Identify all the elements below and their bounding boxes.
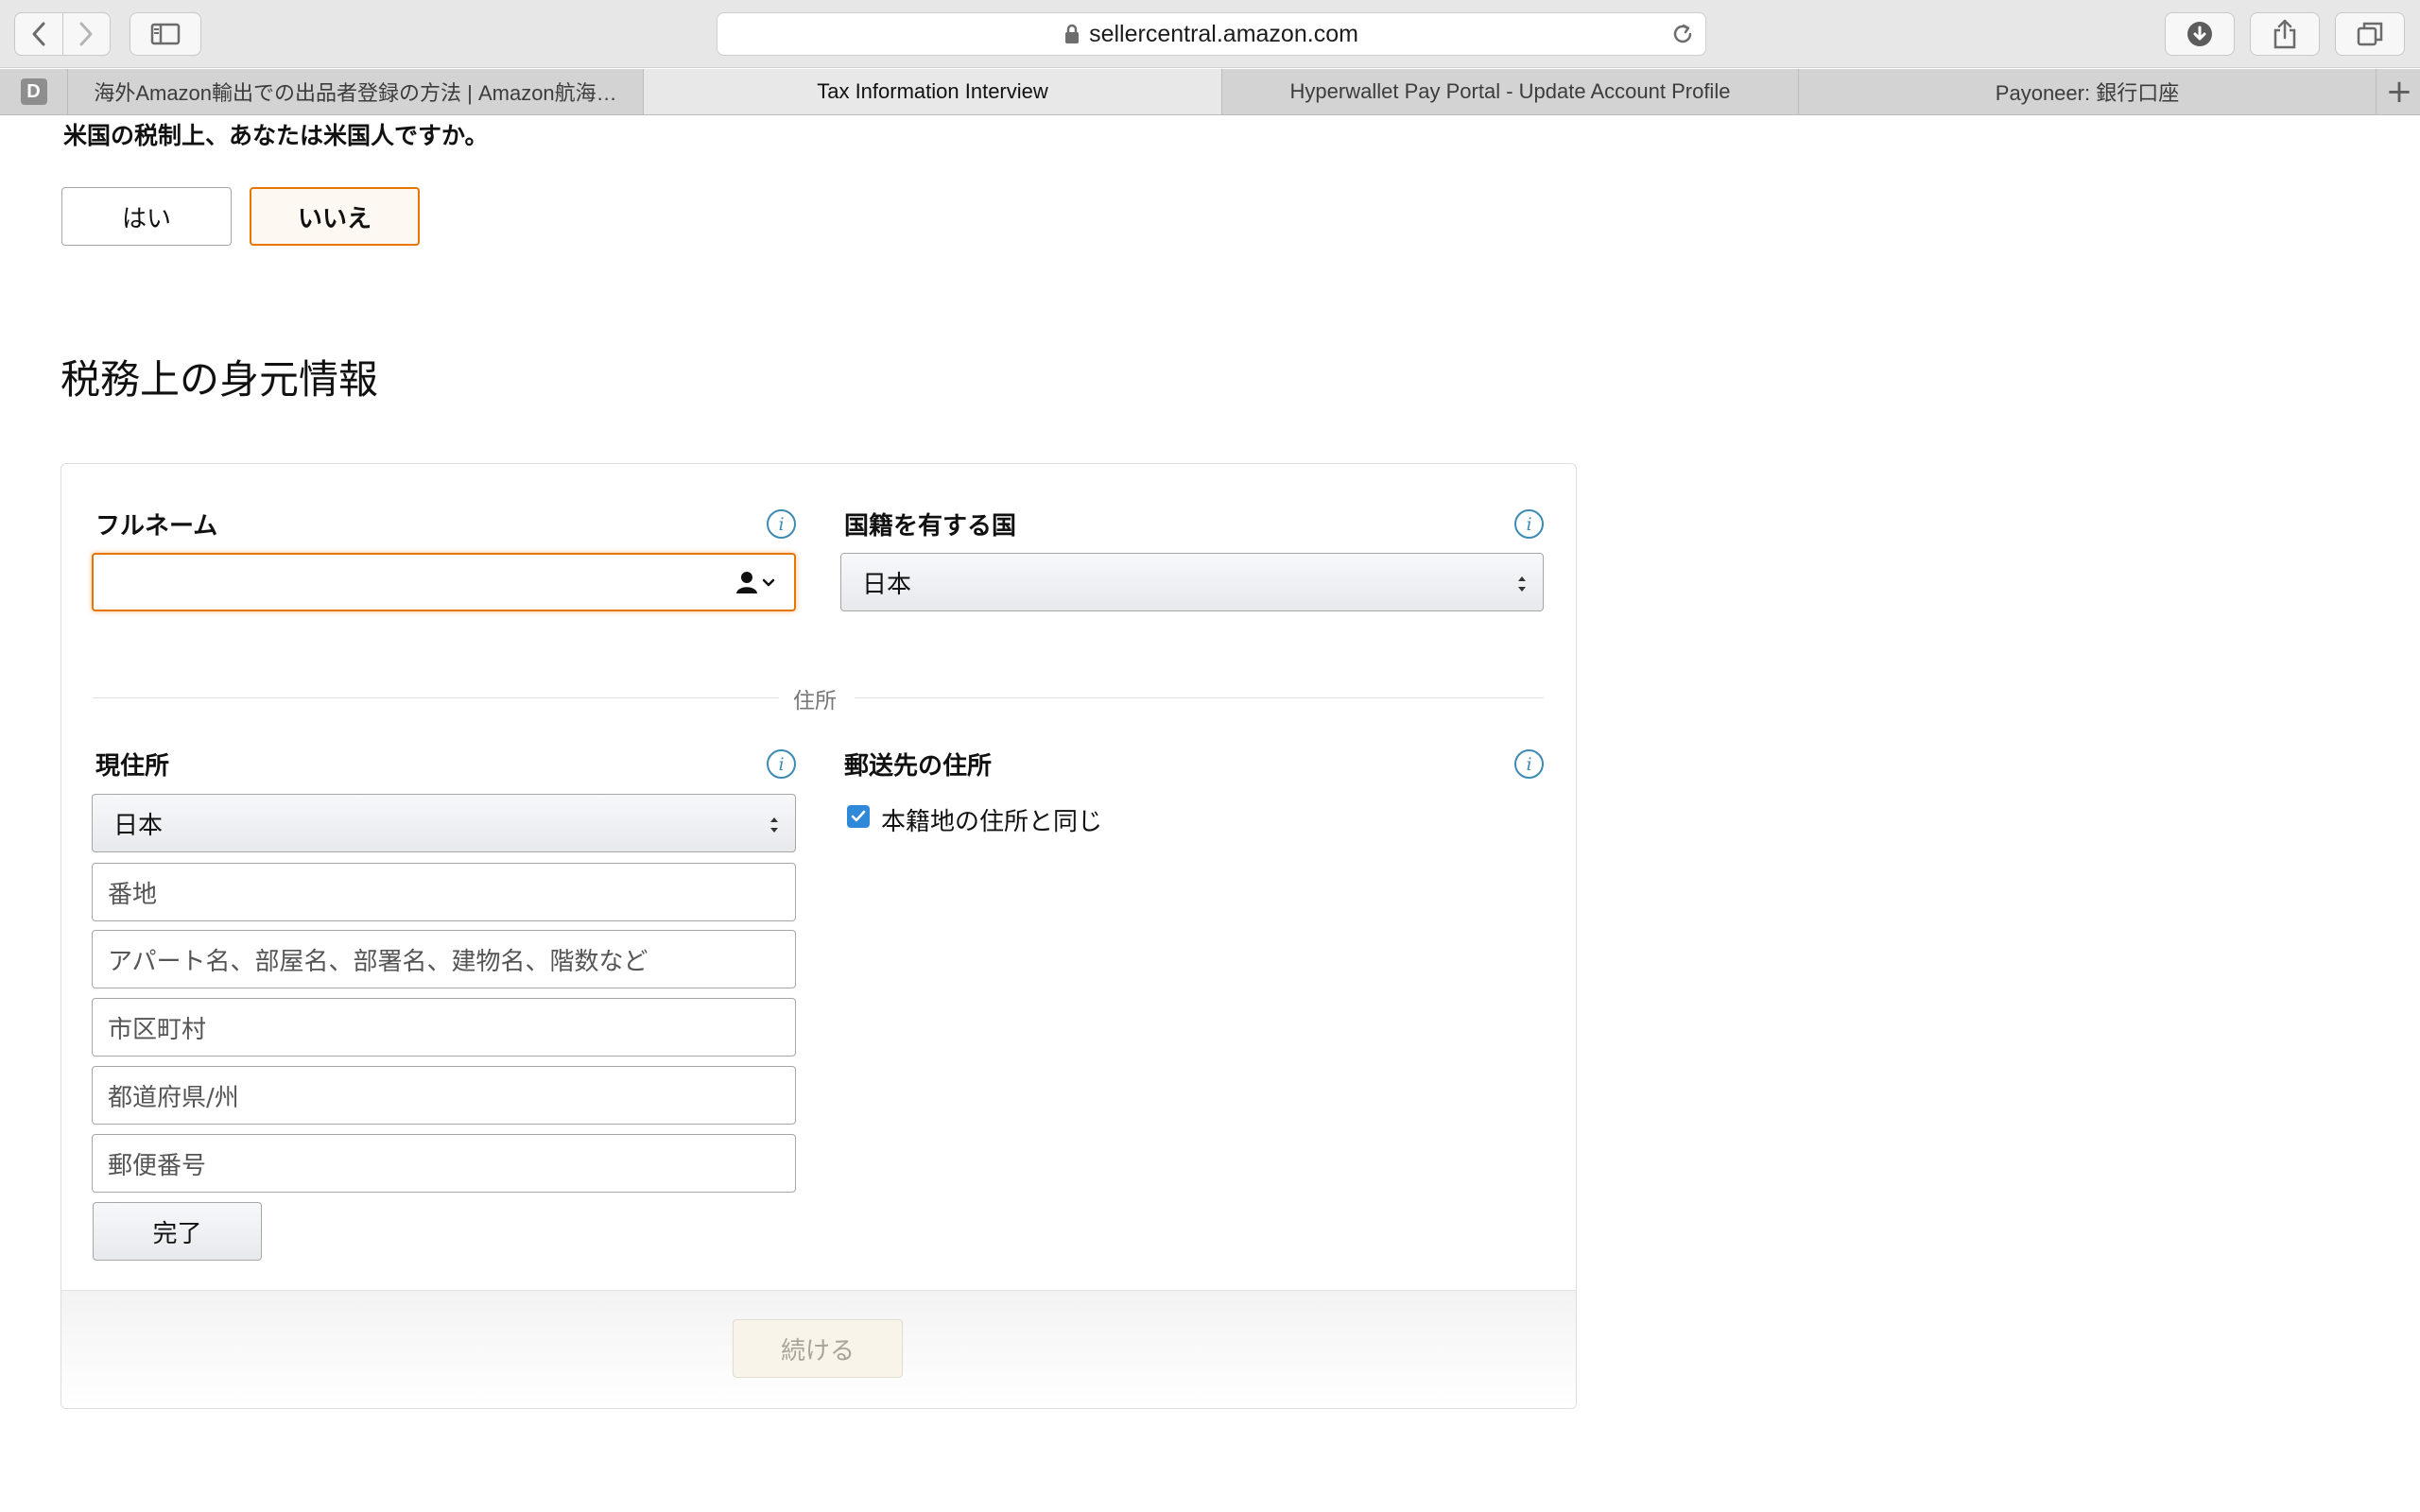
tab-title: Hyperwallet Pay Portal - Update Account … [1289,79,1731,103]
tab-title: 海外Amazon輸出での出品者登録の方法 | Amazon航海… [94,81,617,105]
same-address-checkbox[interactable] [847,805,870,828]
same-address-label[interactable]: 本籍地の住所と同じ [881,802,1102,837]
checkmark-icon [851,810,866,822]
address-country-select[interactable]: 日本 [92,794,796,852]
select-arrows-icon [1516,573,1528,601]
tab-hyperwallet[interactable]: Hyperwallet Pay Portal - Update Account … [1222,69,1799,114]
url-text: sellercentral.amazon.com [1089,20,1358,47]
address-divider-left [93,697,779,698]
pinned-tab-badge: D [20,78,47,105]
apartment-input[interactable]: アパート名、部屋名、部署名、建物名、階数など [92,930,796,988]
nav-buttons [14,12,111,56]
full-name-input[interactable] [92,553,796,611]
address-divider-right [855,697,1544,698]
contact-autofill-icon[interactable] [735,570,777,594]
select-arrows-icon [769,814,780,842]
tab-payoneer[interactable]: Payoneer: 銀行口座 [1799,69,2377,114]
apartment-placeholder: アパート名、部屋名、部署名、建物名、階数など [108,947,648,976]
reload-icon[interactable] [1669,21,1696,54]
current-address-info-icon[interactable]: i [767,749,796,779]
current-address-label: 現住所 [95,752,170,781]
tab-amazon-guide[interactable]: 海外Amazon輸出での出品者登録の方法 | Amazon航海… [68,69,644,114]
citizenship-info-icon[interactable]: i [1514,509,1544,539]
citizenship-select[interactable]: 日本 [840,553,1544,611]
postal-code-placeholder: 郵便番号 [108,1151,207,1180]
download-icon [2187,22,2212,46]
tabs-overview-icon [2357,22,2383,46]
chevron-left-icon [32,22,45,46]
sidebar-button[interactable] [130,12,201,56]
us-person-question: 米国の税制上、あなたは米国人ですか。 [63,122,489,149]
continue-button[interactable]: 続ける [733,1319,903,1378]
forward-button[interactable] [61,13,110,55]
pinned-tab[interactable]: D [0,69,68,114]
tab-tax-interview[interactable]: Tax Information Interview [644,69,1222,114]
full-name-label: フルネーム [95,512,218,541]
sidebar-icon [150,23,181,45]
page-title: 税務上の身元情報 [60,356,379,403]
city-placeholder: 市区町村 [108,1015,207,1044]
street-placeholder: 番地 [108,880,158,909]
mailing-address-label: 郵送先の住所 [844,752,993,781]
address-divider-label: 住所 [793,689,837,713]
lock-icon [1064,24,1080,44]
tab-bar: D 海外Amazon輸出での出品者登録の方法 | Amazon航海… Tax I… [0,69,2420,115]
address-bar[interactable]: sellercentral.amazon.com [717,12,1706,56]
citizenship-label: 国籍を有する国 [844,512,1017,541]
state-placeholder: 都道府県/州 [108,1083,239,1112]
tab-title: Tax Information Interview [817,79,1048,103]
postal-code-input[interactable]: 郵便番号 [92,1134,796,1193]
full-name-info-icon[interactable]: i [767,509,796,539]
new-tab-button[interactable]: + [2378,69,2420,114]
tab-title: Payoneer: 銀行口座 [1995,81,2180,105]
share-button[interactable] [2250,12,2320,56]
address-country-value: 日本 [113,811,164,840]
downloads-button[interactable] [2165,12,2235,56]
no-button[interactable]: いいえ [250,187,420,246]
yes-button[interactable]: はい [61,187,232,246]
citizenship-value: 日本 [862,570,912,599]
browser-toolbar: sellercentral.amazon.com [0,0,2420,68]
share-icon [2273,19,2296,49]
city-input[interactable]: 市区町村 [92,998,796,1057]
street-input[interactable]: 番地 [92,863,796,921]
mailing-address-info-icon[interactable]: i [1514,749,1544,779]
state-input[interactable]: 都道府県/州 [92,1066,796,1125]
back-button[interactable] [15,13,62,55]
tabs-overview-button[interactable] [2335,12,2405,56]
chevron-right-icon [79,22,93,46]
done-button[interactable]: 完了 [93,1202,262,1261]
